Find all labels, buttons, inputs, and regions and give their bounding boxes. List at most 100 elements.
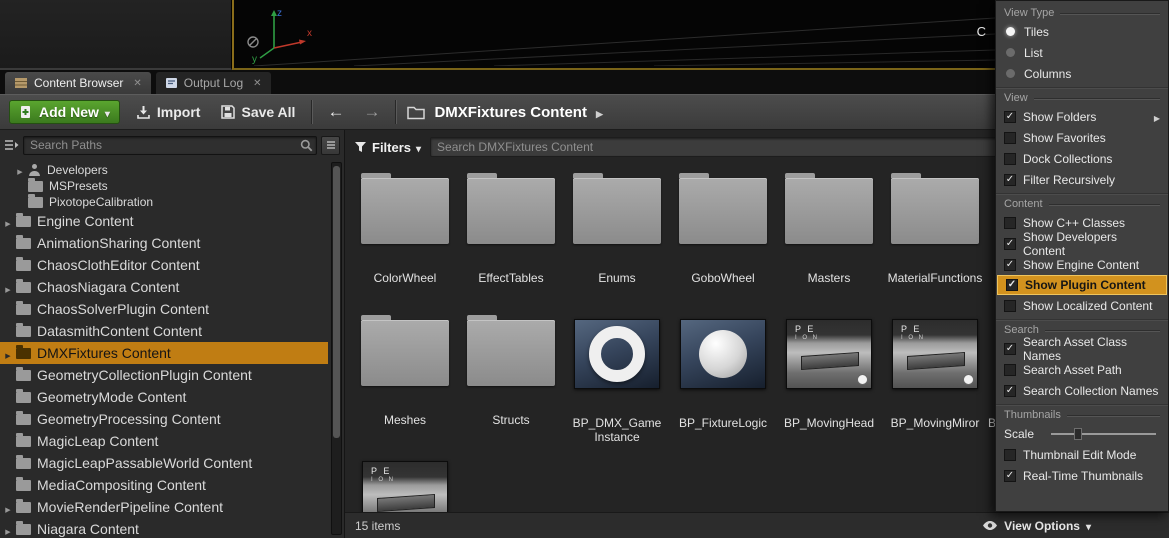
tree-item-magicleappassableworld-content[interactable]: MagicLeapPassableWorld Content: [0, 452, 328, 474]
asset-tile-colorwheel[interactable]: ColorWheel: [352, 170, 458, 312]
paths-view-list-button[interactable]: [321, 136, 340, 155]
tree-item-niagara-content[interactable]: Niagara Content: [0, 518, 328, 538]
menu-item-show-folders[interactable]: Show Folders: [996, 106, 1168, 127]
tree-item-animationsharing-content[interactable]: AnimationSharing Content: [0, 232, 328, 254]
tree-item-geometrymode-content[interactable]: GeometryMode Content: [0, 386, 328, 408]
fixture-shape: [801, 352, 859, 370]
radio-icon: [1006, 69, 1015, 78]
scrollbar-thumb[interactable]: [333, 166, 340, 438]
scale-slider[interactable]: [1051, 433, 1156, 435]
asset-tile-materialfunctions[interactable]: MaterialFunctions: [882, 170, 988, 312]
menu-item-show-plugin-content[interactable]: Show Plugin Content: [997, 275, 1167, 295]
asset-tile-gobowheel[interactable]: GoboWheel: [670, 170, 776, 312]
menu-item-thumbnail-edit-mode[interactable]: Thumbnail Edit Mode: [996, 444, 1168, 465]
expand-arrow-icon[interactable]: [14, 163, 26, 177]
checkbox-icon: [1004, 217, 1016, 229]
view-options-context-menu: View Type Tiles List Columns View Show F…: [995, 0, 1169, 512]
folder-icon: [16, 436, 31, 447]
expand-arrow-icon[interactable]: [2, 213, 14, 229]
menu-item-list[interactable]: List: [996, 42, 1168, 63]
asset-tile-enums[interactable]: Enums: [564, 170, 670, 312]
chevron-down-icon: [1086, 519, 1091, 533]
tree-item-magicleap-content[interactable]: MagicLeap Content: [0, 430, 328, 452]
asset-tile-masters[interactable]: Masters: [776, 170, 882, 312]
viewport-text-fragment: C: [977, 24, 986, 39]
close-icon[interactable]: [253, 78, 261, 89]
tree-item-dmxfixtures-content[interactable]: DMXFixtures Content: [0, 342, 328, 364]
tree-item-chaosclotheditor-content[interactable]: ChaosClothEditor Content: [0, 254, 328, 276]
forward-button[interactable]: [359, 102, 384, 122]
sources-toggle-icon[interactable]: [4, 139, 19, 151]
level-viewport[interactable]: z x y C: [232, 0, 995, 70]
expand-arrow-icon[interactable]: [2, 345, 14, 361]
tree-item-movierenderpipeline-content[interactable]: MovieRenderPipeline Content: [0, 496, 328, 518]
filters-button[interactable]: Filters: [354, 140, 421, 155]
menu-section-view-type: View Type Tiles List Columns: [996, 3, 1168, 84]
folder-thumbnail: [361, 320, 449, 386]
breadcrumb-expand-icon[interactable]: [596, 104, 603, 121]
tree-item-chaosniagara-content[interactable]: ChaosNiagara Content: [0, 276, 328, 298]
tab-content-browser[interactable]: Content Browser: [5, 72, 151, 94]
asset-tile-bp-movinghead[interactable]: P E I O N BP_MovingHead: [776, 312, 882, 454]
menu-item-search-collection-names[interactable]: Search Collection Names: [996, 380, 1168, 401]
asset-tile-bp-fixturelogic[interactable]: BP_FixtureLogic: [670, 312, 776, 454]
tree-item-developers[interactable]: Developers: [0, 162, 328, 178]
asset-tile-bp-movingmiror[interactable]: P E I O N BP_MovingMiror: [882, 312, 988, 454]
asset-tile-meshes[interactable]: Meshes: [352, 312, 458, 454]
tree-item-geometrycollectionplugin-content[interactable]: GeometryCollectionPlugin Content: [0, 364, 328, 386]
tree-item-pixotopecalibration[interactable]: PixotopeCalibration: [0, 194, 328, 210]
menu-item-real-time-thumbnails[interactable]: Real-Time Thumbnails: [996, 465, 1168, 486]
tree-scrollbar[interactable]: [331, 162, 342, 535]
expand-arrow-icon[interactable]: [2, 279, 14, 295]
menu-item-show-localized-content[interactable]: Show Localized Content: [996, 295, 1168, 316]
folder-thumbnail: [361, 178, 449, 244]
header-divider: [1060, 13, 1160, 14]
menu-item-show-developers-content[interactable]: Show Developers Content: [996, 233, 1168, 254]
section-header: Content: [996, 195, 1168, 212]
menu-section-view: View Show Folders Show Favorites Dock Co…: [996, 87, 1168, 190]
add-new-button[interactable]: Add New: [9, 100, 120, 124]
section-header: View: [996, 89, 1168, 106]
tree-item-mediacompositing-content[interactable]: MediaCompositing Content: [0, 474, 328, 496]
radio-icon: [1006, 48, 1015, 57]
menu-item-thumbnail-scale: Scale: [996, 423, 1168, 444]
breadcrumb[interactable]: DMXFixtures Content: [407, 104, 602, 121]
menu-item-tiles[interactable]: Tiles: [996, 21, 1168, 42]
tree-item-geometryprocessing-content[interactable]: GeometryProcessing Content: [0, 408, 328, 430]
submenu-arrow-icon: [1154, 110, 1160, 124]
toolbar-separator: [311, 100, 312, 124]
rendered-thumbnail: P E I O N: [892, 319, 978, 389]
menu-item-show-favorites[interactable]: Show Favorites: [996, 127, 1168, 148]
folder-icon: [16, 326, 31, 337]
menu-item-filter-recursively[interactable]: Filter Recursively: [996, 169, 1168, 190]
folder-thumbnail: [891, 178, 979, 244]
tree-item-mspresets[interactable]: MSPresets: [0, 178, 328, 194]
expand-arrow-icon[interactable]: [2, 521, 14, 537]
save-all-button[interactable]: Save All: [216, 101, 300, 123]
import-button[interactable]: Import: [131, 101, 206, 123]
close-icon[interactable]: [133, 78, 141, 89]
svg-text:z: z: [277, 8, 282, 19]
menu-item-dock-collections[interactable]: Dock Collections: [996, 148, 1168, 169]
menu-item-search-asset-class-names[interactable]: Search Asset Class Names: [996, 338, 1168, 359]
expand-arrow-icon[interactable]: [2, 499, 14, 515]
tree-item-chaossolverplugin-content[interactable]: ChaosSolverPlugin Content: [0, 298, 328, 320]
back-button[interactable]: [323, 102, 348, 122]
asset-tile-bp-dmx-gameinstance[interactable]: BP_DMX_Game Instance: [564, 312, 670, 454]
svg-text:x: x: [307, 28, 312, 39]
menu-item-columns[interactable]: Columns: [996, 63, 1168, 84]
view-options-button[interactable]: View Options: [982, 519, 1091, 533]
tab-output-log[interactable]: Output Log: [156, 72, 271, 94]
asset-tile-effecttables[interactable]: EffectTables: [458, 170, 564, 312]
tree-item-engine-content[interactable]: Engine Content: [0, 210, 328, 232]
status-badge: [857, 374, 868, 385]
asset-tile-structs[interactable]: Structs: [458, 312, 564, 454]
checkbox-checked-icon: [1004, 259, 1016, 271]
search-paths-input[interactable]: [23, 136, 317, 155]
slider-thumb[interactable]: [1074, 428, 1082, 440]
tree-item-datasmithcontent-content[interactable]: DatasmithContent Content: [0, 320, 328, 342]
folder-icon: [16, 392, 31, 403]
viewport-side-panel: [0, 0, 232, 70]
folder-icon: [16, 216, 31, 227]
menu-section-thumbnails: Thumbnails Scale Thumbnail Edit Mode Rea…: [996, 404, 1168, 486]
